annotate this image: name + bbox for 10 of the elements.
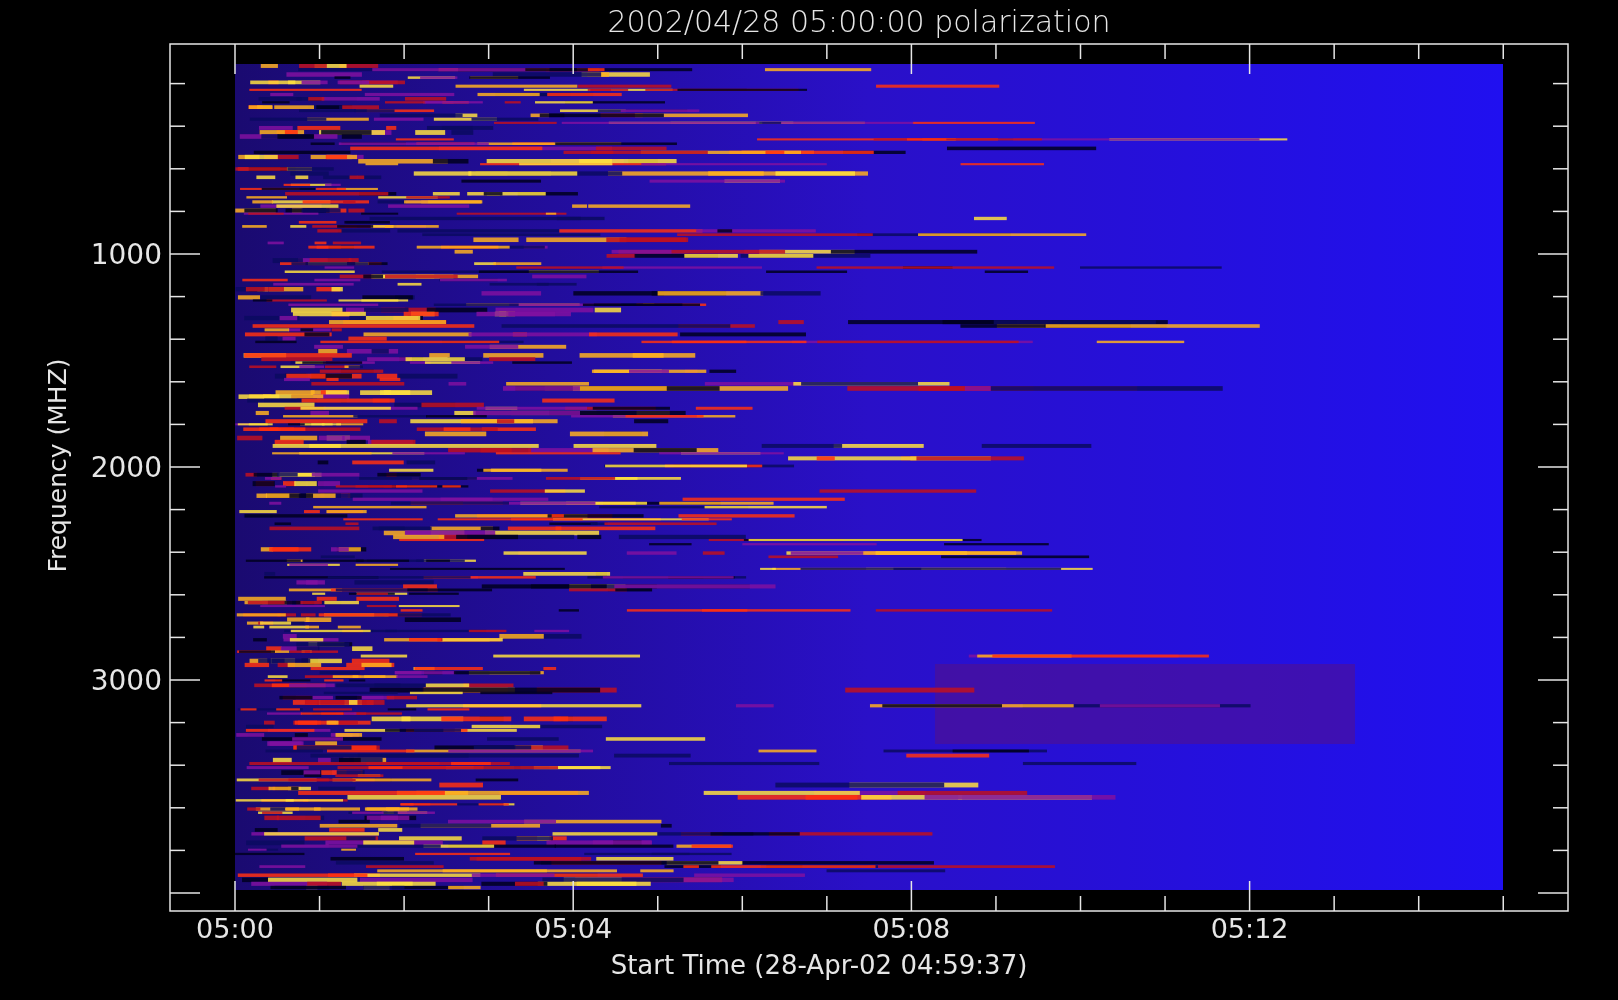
x-tick-label: 05:00 <box>196 913 274 944</box>
x-tick-label: 05:08 <box>872 913 951 944</box>
plot-title: 2002/04/28 05:00:00 polarization <box>606 3 1112 41</box>
x-tick-label: 05:12 <box>1210 913 1289 944</box>
y-tick-label: 3000 <box>90 664 162 697</box>
y-tick-label: 1000 <box>90 238 162 271</box>
y-axis-label: Frequency (MHZ) <box>42 358 72 573</box>
y-tick-label: 2000 <box>90 451 162 484</box>
x-tick-label: 05:04 <box>534 913 613 944</box>
x-axis-label: Start Time (28-Apr-02 04:59:37) <box>610 950 1028 980</box>
